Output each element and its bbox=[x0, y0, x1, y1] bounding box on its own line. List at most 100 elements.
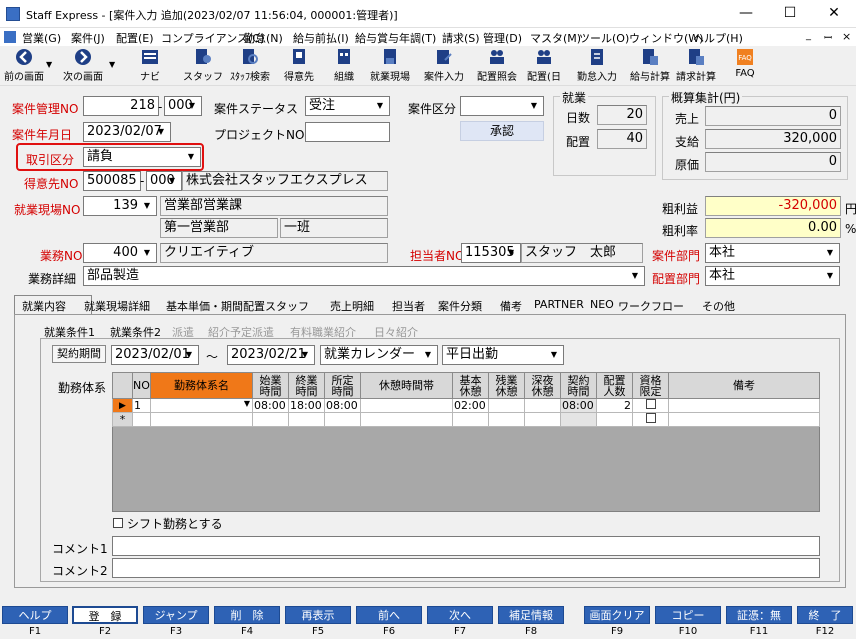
job-detail-select[interactable]: 部品製造 ▼ bbox=[83, 266, 645, 286]
customer-button[interactable]: 得意先 bbox=[278, 48, 320, 84]
menu-master[interactable]: マスタ(M) bbox=[530, 30, 581, 46]
job-no-select[interactable]: 400 ▼ bbox=[83, 243, 157, 263]
copy-button[interactable]: コピー bbox=[655, 606, 721, 624]
payroll-button[interactable]: 給与計算 bbox=[628, 48, 672, 84]
cell-end[interactable]: 18:00 bbox=[288, 398, 325, 413]
prev-screen-button[interactable]: 前の画面 bbox=[2, 48, 46, 84]
organization-button[interactable]: 組織 bbox=[326, 48, 362, 84]
cell-night-break[interactable] bbox=[524, 412, 561, 427]
cell-fixed[interactable]: 08:00 bbox=[324, 398, 361, 413]
menu-admin[interactable]: 管理(D) bbox=[483, 30, 522, 46]
tab-unit-price[interactable]: 基本単価・期間配置スタッフ bbox=[166, 298, 309, 314]
qualification-checkbox[interactable] bbox=[645, 413, 656, 423]
contract-start-input[interactable]: 2023/02/01 ▼ bbox=[111, 345, 199, 365]
cell-count[interactable]: 2 bbox=[596, 398, 633, 413]
billing-button[interactable]: 請求計算 bbox=[674, 48, 718, 84]
tab-workflow[interactable]: ワークフロー bbox=[618, 298, 684, 314]
prev-dropdown-icon[interactable]: ▼ bbox=[46, 60, 52, 69]
contract-end-input[interactable]: 2023/02/21 ▼ bbox=[227, 345, 315, 365]
cell-basic-break[interactable]: 02:00 bbox=[452, 398, 489, 413]
tab-staff-in-charge[interactable]: 担当者 bbox=[392, 298, 425, 314]
work-pattern-select[interactable]: 平日出勤 ▼ bbox=[442, 345, 564, 365]
menu-payroll[interactable]: 給与賞与年調(T) bbox=[355, 30, 436, 46]
minimize-button[interactable]: — bbox=[724, 0, 768, 28]
faq-button[interactable]: FAQ FAQ bbox=[728, 48, 762, 84]
project-input[interactable] bbox=[305, 122, 390, 142]
cell-note[interactable] bbox=[668, 412, 820, 427]
site-no-select[interactable]: 139 ▼ bbox=[83, 196, 157, 216]
menu-help[interactable]: ヘルプ(H) bbox=[693, 30, 743, 46]
deal-type-select[interactable]: 請負 ▼ bbox=[83, 147, 201, 167]
cell-ot-break[interactable] bbox=[488, 398, 525, 413]
next-screen-button[interactable]: 次の画面 bbox=[60, 48, 106, 84]
case-no-sub-select[interactable]: 000 ▼ bbox=[164, 96, 202, 116]
table-row[interactable]: ▶ 1 ▼ 08:00 18:00 08:00 02:00 08:00 2 bbox=[112, 398, 820, 413]
case-dept-select[interactable]: 本社 ▼ bbox=[705, 243, 840, 263]
menu-prepay[interactable]: 給与前払(I) bbox=[293, 30, 349, 46]
exit-button[interactable]: 終 了 bbox=[797, 606, 853, 624]
cell-qualification[interactable] bbox=[632, 412, 669, 427]
case-no-input[interactable]: 218 bbox=[83, 96, 159, 116]
staff-button[interactable]: スタッフ bbox=[182, 48, 224, 84]
evidence-button[interactable]: 証憑：無 bbox=[726, 606, 792, 624]
next-button[interactable]: 次へ bbox=[427, 606, 493, 624]
tab-partner[interactable]: PARTNER bbox=[534, 298, 584, 311]
staff-search-button[interactable]: ｽﾀｯﾌ検索 bbox=[226, 48, 274, 84]
jump-button[interactable]: ジャンプ bbox=[143, 606, 209, 624]
cell-break-band[interactable] bbox=[360, 412, 453, 427]
cell-qualification[interactable] bbox=[632, 398, 669, 413]
customer-no-input[interactable]: 500085 bbox=[83, 171, 141, 191]
cell-start[interactable] bbox=[252, 412, 289, 427]
menu-sales[interactable]: 営業(G) bbox=[22, 30, 61, 46]
cell-name[interactable] bbox=[150, 412, 253, 427]
comment2-input[interactable] bbox=[112, 558, 820, 578]
date-input[interactable]: 2023/02/07 ▼ bbox=[83, 122, 171, 142]
menu-tools[interactable]: ツール(O) bbox=[579, 30, 629, 46]
menu-attendance[interactable]: 勤怠(N) bbox=[244, 30, 283, 46]
supplement-button[interactable]: 補足情報 bbox=[498, 606, 564, 624]
refresh-button[interactable]: 再表示 bbox=[285, 606, 351, 624]
place-dept-select[interactable]: 本社 ▼ bbox=[705, 266, 840, 286]
cell-start[interactable]: 08:00 bbox=[252, 398, 289, 413]
cell-ot-break[interactable] bbox=[488, 412, 525, 427]
help-button[interactable]: ヘルプ bbox=[2, 606, 68, 624]
contract-period-button[interactable]: 契約期間 bbox=[52, 345, 106, 363]
attendance-button[interactable]: 勤怠入力 bbox=[574, 48, 620, 84]
menu-billing[interactable]: 請求(S) bbox=[442, 30, 480, 46]
tab-remarks[interactable]: 備考 bbox=[500, 298, 522, 314]
mdi-minimize-button[interactable]: _ bbox=[806, 30, 811, 41]
navi-button[interactable]: ナビ bbox=[132, 48, 168, 84]
tab-other[interactable]: その他 bbox=[702, 298, 735, 314]
approve-button[interactable]: 承認 bbox=[460, 121, 544, 141]
cell-note[interactable] bbox=[668, 398, 820, 413]
staff-no-select[interactable]: 115305 ▼ bbox=[461, 243, 521, 263]
cell-break-band[interactable] bbox=[360, 398, 453, 413]
comment1-input[interactable] bbox=[112, 536, 820, 556]
tab-work-content-label[interactable]: 就業内容 bbox=[22, 298, 66, 314]
calendar-select[interactable]: 就業カレンダー ▼ bbox=[320, 345, 438, 365]
mdi-close-button[interactable]: × bbox=[842, 30, 851, 43]
customer-sub-select[interactable]: 000 ▼ bbox=[146, 171, 182, 191]
cell-end[interactable] bbox=[288, 412, 325, 427]
cell-night-break[interactable] bbox=[524, 398, 561, 413]
cell-fixed[interactable] bbox=[324, 412, 361, 427]
clear-screen-button[interactable]: 画面クリア bbox=[584, 606, 650, 624]
status-select[interactable]: 受注 ▼ bbox=[305, 96, 390, 116]
cell-count[interactable] bbox=[596, 412, 633, 427]
tab-worksite-detail[interactable]: 就業現場詳細 bbox=[84, 298, 150, 314]
shift-checkbox[interactable] bbox=[113, 518, 123, 528]
delete-button[interactable]: 削 除 bbox=[214, 606, 280, 624]
case-input-button[interactable]: 案件入力 bbox=[422, 48, 466, 84]
next-dropdown-icon[interactable]: ▼ bbox=[109, 60, 115, 69]
mdi-restore-button[interactable]: ꟷ bbox=[824, 30, 832, 44]
placement-inquiry-button[interactable]: 配置照会 bbox=[474, 48, 520, 84]
menu-placement[interactable]: 配置(E) bbox=[116, 30, 154, 46]
tab-neo[interactable]: NEO bbox=[590, 298, 614, 311]
qualification-checkbox[interactable] bbox=[645, 399, 656, 409]
worksite-button[interactable]: 就業現場 bbox=[368, 48, 412, 84]
placement-day-button[interactable]: 配置(日 bbox=[524, 48, 564, 84]
tab-case-category[interactable]: 案件分類 bbox=[438, 298, 482, 314]
tab-sales-detail[interactable]: 売上明細 bbox=[330, 298, 374, 314]
prev-button[interactable]: 前へ bbox=[356, 606, 422, 624]
case-type-select[interactable]: ▼ bbox=[460, 96, 544, 116]
